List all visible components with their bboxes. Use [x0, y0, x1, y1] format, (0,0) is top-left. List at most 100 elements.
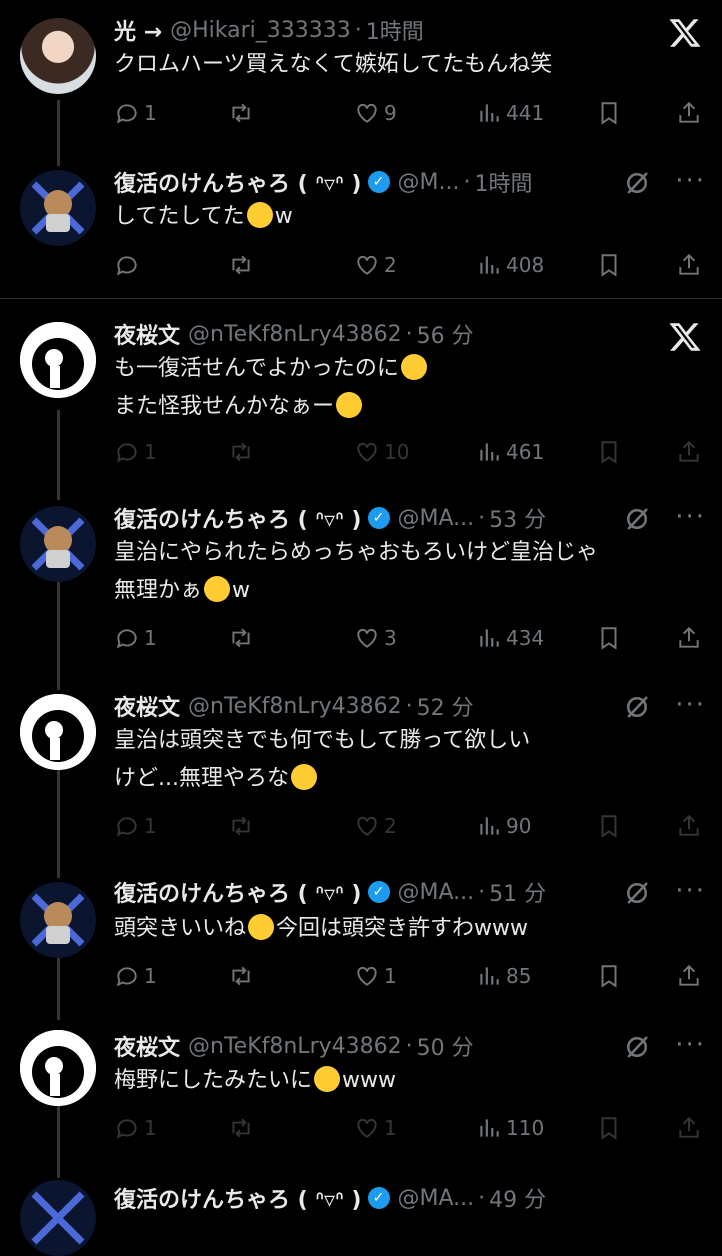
thread-line [57, 1100, 60, 1178]
share-button[interactable] [676, 432, 702, 472]
avatar[interactable] [20, 322, 96, 398]
tweet-actions: 1 10 461 [114, 432, 714, 472]
avatar[interactable] [20, 18, 96, 94]
views-button[interactable]: 85 [476, 956, 531, 996]
avatar[interactable] [20, 170, 96, 246]
share-button[interactable] [676, 245, 702, 285]
more-icon[interactable]: ··· [675, 1030, 706, 1060]
views-button[interactable]: 110 [476, 1108, 544, 1148]
bookmark-button[interactable] [596, 1108, 622, 1148]
dot-separator: · [478, 879, 486, 905]
share-button[interactable] [676, 618, 702, 658]
like-button[interactable]: 10 [354, 432, 409, 472]
like-button[interactable]: 1 [354, 956, 397, 996]
grok-icon[interactable] [622, 692, 652, 722]
more-icon[interactable]: ··· [675, 690, 706, 720]
reply-button[interactable]: 1 [114, 93, 157, 133]
display-name[interactable]: 復活のけんちゃろ ( ᐢ▿ᐢ ) [114, 1182, 362, 1214]
views-button[interactable]: 461 [476, 432, 544, 472]
share-icon [679, 1116, 699, 1138]
more-icon[interactable]: ··· [675, 502, 706, 532]
reply-button[interactable]: 1 [114, 956, 157, 996]
share-button[interactable] [676, 93, 702, 133]
timestamp[interactable]: 1時間 [474, 166, 532, 198]
avatar[interactable] [20, 882, 96, 958]
views-button[interactable]: 408 [476, 245, 544, 285]
like-button[interactable]: 2 [354, 245, 397, 285]
bookmark-button[interactable] [596, 618, 622, 658]
retweet-button[interactable] [228, 93, 258, 133]
views-button[interactable]: 434 [476, 618, 544, 658]
timestamp[interactable]: 51 分 [489, 876, 546, 908]
handle[interactable]: @MA... [398, 1186, 475, 1211]
like-button[interactable]: 2 [354, 806, 397, 846]
reply-icon [116, 104, 137, 124]
share-icon [679, 253, 699, 275]
tweet-header: 夜桜文 @nTeKf8nLry43862 · 52 分 [114, 688, 612, 724]
handle[interactable]: @Hikari_333333 [170, 18, 351, 43]
avatar[interactable] [20, 694, 96, 770]
reply-button[interactable] [114, 245, 144, 285]
like-button[interactable]: 1 [354, 1108, 397, 1148]
more-icon[interactable]: ··· [675, 166, 706, 196]
thread-line [57, 770, 60, 878]
verified-badge-icon: ✓ [367, 171, 390, 193]
handle[interactable]: @MA... [398, 880, 475, 905]
grok-icon[interactable] [622, 1032, 652, 1062]
timestamp[interactable]: 1時間 [366, 14, 424, 46]
views-button[interactable]: 90 [476, 806, 531, 846]
retweet-icon [232, 442, 250, 462]
bookmark-button[interactable] [596, 806, 622, 846]
handle[interactable]: @MA... [398, 506, 475, 531]
share-button[interactable] [676, 1108, 702, 1148]
display-name[interactable]: 光 → [114, 14, 162, 46]
rofl-emoji-icon [204, 576, 231, 602]
grok-icon[interactable] [622, 504, 652, 534]
display-name[interactable]: 復活のけんちゃろ ( ᐢ▿ᐢ ) [114, 166, 362, 198]
handle[interactable]: @nTeKf8nLry43862 [188, 694, 402, 719]
share-button[interactable] [676, 806, 702, 846]
display-name[interactable]: 夜桜文 [114, 318, 180, 350]
share-icon [679, 814, 699, 836]
timestamp[interactable]: 50 分 [417, 1030, 474, 1062]
timestamp[interactable]: 49 分 [489, 1182, 546, 1214]
retweet-button[interactable] [228, 245, 258, 285]
more-icon[interactable]: ··· [675, 876, 706, 906]
bookmark-button[interactable] [596, 956, 622, 996]
retweet-button[interactable] [228, 806, 258, 846]
x-logo-icon [669, 323, 701, 351]
reply-button[interactable]: 1 [114, 806, 157, 846]
like-button[interactable]: 9 [354, 93, 397, 133]
reply-button[interactable]: 1 [114, 1108, 157, 1148]
handle[interactable]: @M... [398, 170, 460, 195]
retweet-button[interactable] [228, 618, 258, 658]
reply-button[interactable]: 1 [114, 432, 157, 472]
handle[interactable]: @nTeKf8nLry43862 [188, 1034, 402, 1059]
handle[interactable]: @nTeKf8nLry43862 [188, 322, 402, 347]
bookmark-button[interactable] [596, 93, 622, 133]
display-name[interactable]: 夜桜文 [114, 1030, 180, 1062]
like-button[interactable]: 3 [354, 618, 397, 658]
display-name[interactable]: 夜桜文 [114, 690, 180, 722]
retweet-icon [232, 1118, 250, 1138]
reply-button[interactable]: 1 [114, 618, 157, 658]
display-name[interactable]: 復活のけんちゃろ ( ᐢ▿ᐢ ) [114, 876, 362, 908]
retweet-button[interactable] [228, 1108, 258, 1148]
like-icon [357, 816, 377, 836]
timestamp[interactable]: 56 分 [417, 318, 474, 350]
views-button[interactable]: 441 [476, 93, 544, 133]
bookmark-button[interactable] [596, 432, 622, 472]
bookmark-button[interactable] [596, 245, 622, 285]
retweet-button[interactable] [228, 432, 258, 472]
grok-icon[interactable] [622, 878, 652, 908]
retweet-button[interactable] [228, 956, 258, 996]
timestamp[interactable]: 53 分 [489, 502, 546, 534]
display-name[interactable]: 復活のけんちゃろ ( ᐢ▿ᐢ ) [114, 502, 362, 534]
avatar[interactable] [20, 1030, 96, 1106]
bookmark-icon [601, 441, 617, 464]
timestamp[interactable]: 52 分 [417, 690, 474, 722]
share-button[interactable] [676, 956, 702, 996]
avatar[interactable] [20, 506, 96, 582]
avatar[interactable] [20, 1180, 96, 1256]
grok-icon[interactable] [622, 168, 652, 198]
